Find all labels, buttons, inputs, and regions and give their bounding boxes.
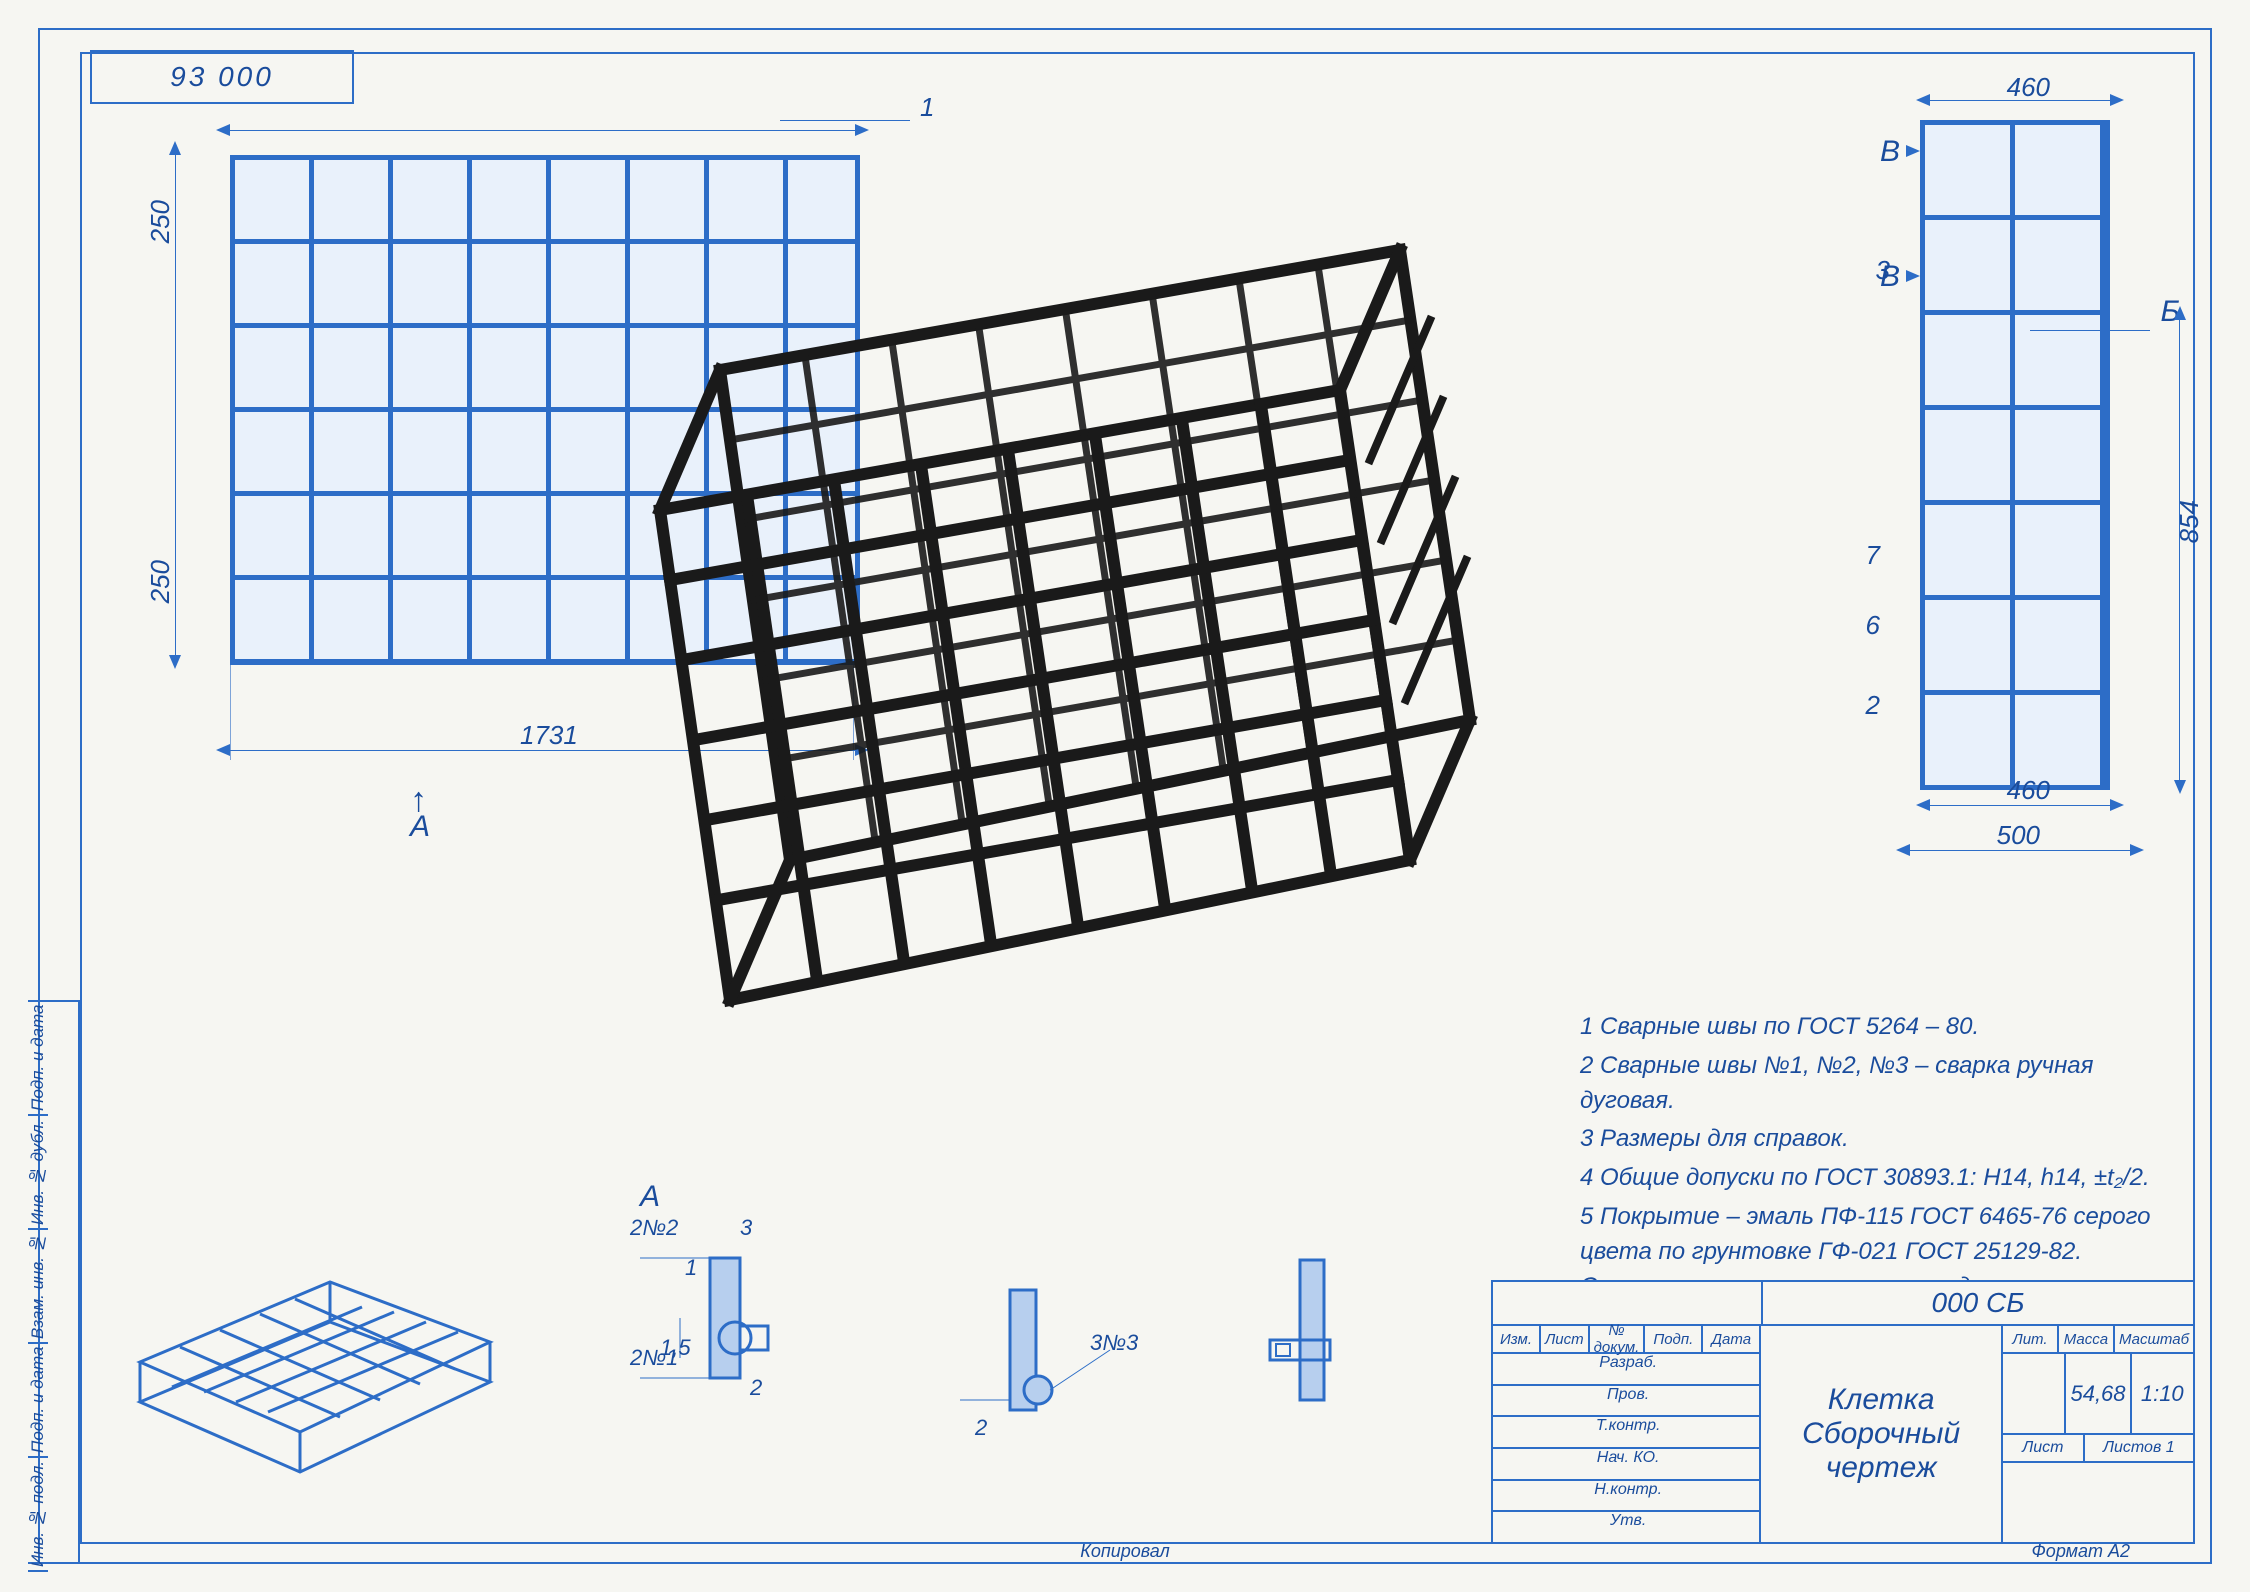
dim-overall-width: 1731 bbox=[520, 720, 578, 751]
dim-side-overall: 500 bbox=[1997, 820, 2040, 851]
footer-copy: Копировал bbox=[1080, 1541, 1170, 1562]
isometric-small bbox=[100, 1232, 520, 1512]
isometric-render bbox=[600, 160, 1550, 1160]
section-arrow-A: А bbox=[410, 790, 430, 844]
dim-cell-h1: 250 bbox=[145, 200, 176, 243]
rev-cell: Подп. и дата bbox=[28, 1002, 48, 1116]
section-B: В bbox=[1880, 135, 1900, 169]
rev-cell: Инв. № подл. bbox=[28, 1458, 48, 1572]
tb-name: Клетка bbox=[1828, 1383, 1935, 1417]
balloon-7: 7 bbox=[1866, 540, 1880, 571]
balloon-2: 2 bbox=[1866, 690, 1880, 721]
tb-name2: Сборочный чертеж bbox=[1761, 1417, 2001, 1485]
balloon-3: 3 bbox=[1876, 255, 1890, 286]
dim-side-bot: 460 bbox=[2007, 775, 2050, 806]
note-line: 1 Сварные швы по ГОСТ 5264 – 80. bbox=[1580, 1010, 2180, 1045]
tb-scale: 1:10 bbox=[2130, 1354, 2193, 1433]
detail-B: 3№3 2 bbox=[960, 1280, 1160, 1430]
drawing-number: 93 000 bbox=[90, 50, 354, 104]
rev-cell: Взам. инв. № bbox=[28, 1230, 48, 1344]
drawing-sheet: 93 000 Подп. и дата Инв. № дубл. Взам. и… bbox=[0, 0, 2250, 1592]
dim-side-top: 460 bbox=[2007, 72, 2050, 103]
revision-strip: Подп. и дата Инв. № дубл. Взам. инв. № П… bbox=[28, 1000, 80, 1564]
side-elevation bbox=[1920, 120, 2110, 790]
detail-A: А 2№2 2№1 3 1 2 1,5 bbox=[640, 1180, 900, 1398]
detail-aux bbox=[1230, 1250, 1390, 1420]
rev-cell: Подп. и дата bbox=[28, 1344, 48, 1458]
footer-format: Формат А2 bbox=[2032, 1541, 2131, 1562]
note-line: 3 Размеры для справок. bbox=[1580, 1122, 2180, 1157]
detail-A-drawing bbox=[640, 1218, 820, 1398]
dim-cell-h2: 250 bbox=[145, 560, 176, 603]
title-block: 000 СБ Изм. Лист № докум. Подп. Дата Раз… bbox=[1491, 1280, 2195, 1544]
rev-cell: Инв. № дубл. bbox=[28, 1116, 48, 1230]
leader bbox=[780, 120, 910, 121]
balloon-6: 6 bbox=[1866, 610, 1880, 641]
note-line: 4 Общие допуски по ГОСТ 30893.1: H14, h1… bbox=[1580, 1161, 2180, 1196]
dim-side-height: 854 bbox=[2174, 500, 2205, 543]
tb-code: 000 СБ bbox=[1761, 1282, 2193, 1324]
balloon-1: 1 bbox=[920, 92, 934, 123]
note-line: 2 Сварные швы №1, №2, №3 – сварка ручная… bbox=[1580, 1049, 2180, 1119]
tb-mass: 54,68 bbox=[2064, 1354, 2129, 1433]
